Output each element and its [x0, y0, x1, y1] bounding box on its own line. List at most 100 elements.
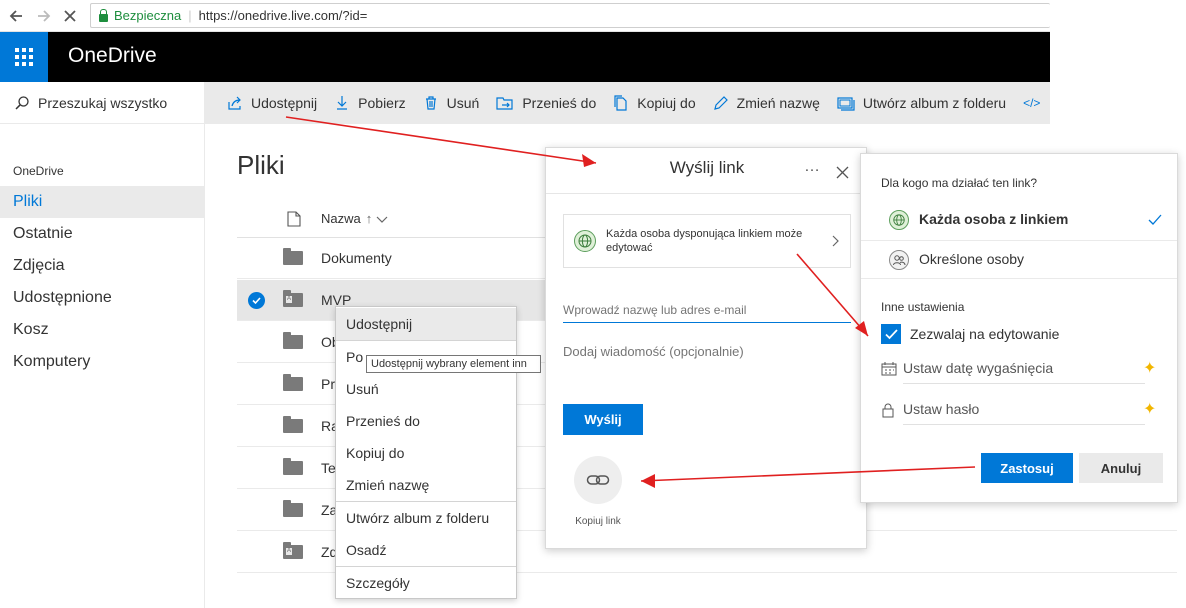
lock-icon: [882, 403, 894, 418]
folder-icon: [283, 500, 303, 517]
embed-button[interactable]: </>: [1023, 96, 1040, 110]
delete-label: Usuń: [446, 95, 480, 111]
apply-button[interactable]: Zastosuj: [981, 453, 1073, 483]
message-field[interactable]: [563, 344, 851, 384]
sidebar-item-files[interactable]: Pliki: [0, 186, 204, 218]
sidebar-item-recycle-bin[interactable]: Kosz: [0, 314, 204, 346]
globe-icon: [889, 210, 909, 230]
download-label: Pobierz: [358, 95, 406, 111]
app-launcher-icon[interactable]: [0, 32, 48, 82]
rename-button[interactable]: Zmień nazwę: [713, 95, 820, 111]
lock-icon: [99, 8, 108, 22]
expiration-date-field[interactable]: Ustaw datę wygaśnięcia: [903, 352, 1145, 384]
share-button[interactable]: Udostępnij: [227, 95, 317, 111]
copy-link-button[interactable]: [574, 456, 622, 504]
menu-item-create-album[interactable]: Utwórz album z folderu: [336, 502, 516, 534]
other-settings-title: Inne ustawienia: [881, 300, 965, 314]
search-icon: [15, 95, 29, 110]
download-button[interactable]: Pobierz: [334, 95, 406, 111]
copy-to-button[interactable]: Kopiuj do: [613, 95, 696, 111]
context-menu: Udostępnij Po Usuń Przenieś do Kopiuj do…: [335, 306, 517, 599]
embed-icon: </>: [1023, 96, 1041, 110]
sidebar-item-photos[interactable]: Zdjęcia: [0, 250, 204, 282]
sidebar: Przeszukaj wszystko OneDrive Pliki Ostat…: [0, 82, 205, 608]
password-label: Ustaw hasło: [903, 400, 980, 417]
menu-item-copy-to[interactable]: Kopiuj do: [336, 437, 516, 469]
password-field[interactable]: Ustaw hasło: [903, 393, 1145, 425]
cancel-button[interactable]: Anuluj: [1079, 453, 1163, 483]
globe-icon: [574, 230, 596, 252]
option-specific-people[interactable]: Określone osoby: [861, 241, 1177, 279]
link-permission-text: Każda osoba dysponująca linkiem może edy…: [606, 228, 803, 254]
create-album-label: Utwórz album z folderu: [862, 95, 1007, 111]
premium-star-icon: ✦: [1143, 401, 1157, 418]
back-arrow-icon[interactable]: [6, 6, 26, 26]
dialog-divider: [546, 193, 866, 194]
close-icon[interactable]: [834, 164, 850, 180]
menu-item-details[interactable]: Szczegóły: [336, 567, 516, 599]
menu-item-share[interactable]: Udostępnij: [336, 308, 516, 340]
link-permissions-button[interactable]: Każda osoba dysponująca linkiem może edy…: [563, 214, 851, 268]
calendar-icon: [881, 362, 897, 376]
sidebar-item-recent[interactable]: Ostatnie: [0, 218, 204, 250]
link-settings-panel: Dla kogo ma działać ten link? Każda osob…: [860, 153, 1178, 503]
pencil-icon: [713, 96, 728, 110]
address-bar[interactable]: Bezpieczna | https://onedrive.live.com/?…: [90, 3, 1050, 28]
create-album-button[interactable]: Utwórz album z folderu: [837, 95, 1006, 111]
page-title: Pliki: [237, 150, 285, 180]
sidebar-item-shared[interactable]: Udostępnione: [0, 282, 204, 314]
command-bar: Udostępnij Pobierz Usuń Przenieś do Kopi…: [205, 82, 1050, 124]
option-anyone-with-link[interactable]: Każda osoba z linkiem: [861, 201, 1177, 239]
tooltip: Udostępnij wybrany element inn: [366, 355, 541, 373]
copy-link-label: Kopiuj link: [575, 516, 621, 527]
checkmark-icon: [1148, 214, 1162, 225]
move-to-label: Przenieś do: [522, 95, 597, 111]
file-name[interactable]: Te: [321, 460, 336, 476]
search-box[interactable]: Przeszukaj wszystko: [0, 82, 205, 124]
address-separator: |: [188, 8, 192, 23]
menu-item-move-to[interactable]: Przenieś do: [336, 405, 516, 437]
search-placeholder: Przeszukaj wszystko: [38, 94, 168, 111]
chevron-right-icon: [832, 235, 839, 247]
folder-icon: [283, 374, 303, 391]
menu-item-delete[interactable]: Usuń: [336, 373, 516, 405]
allow-editing-row[interactable]: Zezwalaj na edytowanie: [881, 323, 1141, 345]
file-name[interactable]: Pr: [321, 376, 335, 392]
download-icon: [337, 96, 348, 110]
option-divider: [861, 278, 1177, 279]
option-specific-label: Określone osoby: [919, 251, 1025, 267]
secure-label: Bezpieczna: [114, 8, 182, 23]
chevron-down-icon[interactable]: [376, 214, 388, 224]
folder-icon: [283, 332, 303, 349]
url-text: https://onedrive.live.com/?id=: [198, 8, 368, 23]
delete-button[interactable]: Usuń: [423, 95, 480, 111]
folder-icon: [283, 416, 303, 433]
file-name[interactable]: Dokumenty: [321, 250, 392, 266]
shared-folder-icon: A: [283, 290, 303, 307]
sidebar-section-label: OneDrive: [13, 164, 64, 178]
checkmark-circle-icon[interactable]: [248, 292, 265, 309]
sort-ascending-icon[interactable]: ↑: [366, 211, 373, 226]
allow-editing-checkbox[interactable]: [881, 324, 901, 344]
app-title[interactable]: OneDrive: [68, 44, 157, 68]
move-to-button[interactable]: Przenieś do: [496, 95, 596, 111]
send-button[interactable]: Wyślij: [563, 404, 643, 435]
email-field[interactable]: [563, 298, 851, 323]
expiration-date-label: Ustaw datę wygaśnięcia: [903, 359, 1054, 376]
settings-question: Dla kogo ma działać ten link?: [881, 176, 1038, 190]
move-to-icon: [496, 97, 513, 110]
copy-icon: [614, 95, 627, 111]
app-header: OneDrive: [0, 32, 1050, 82]
share-icon: [228, 96, 241, 110]
menu-item-embed[interactable]: Osadź: [336, 534, 516, 566]
column-header-name[interactable]: Nazwa: [321, 211, 361, 226]
link-icon: [586, 475, 610, 485]
more-options-icon[interactable]: …: [804, 158, 820, 176]
stop-loading-icon[interactable]: [60, 6, 80, 26]
menu-item-rename[interactable]: Zmień nazwę: [336, 469, 516, 501]
trash-icon: [425, 96, 436, 110]
sidebar-item-pcs[interactable]: Komputery: [0, 346, 204, 378]
allow-editing-label: Zezwalaj na edytowanie: [910, 326, 1060, 342]
premium-star-icon: ✦: [1143, 360, 1157, 377]
forward-arrow-icon[interactable]: [34, 6, 54, 26]
